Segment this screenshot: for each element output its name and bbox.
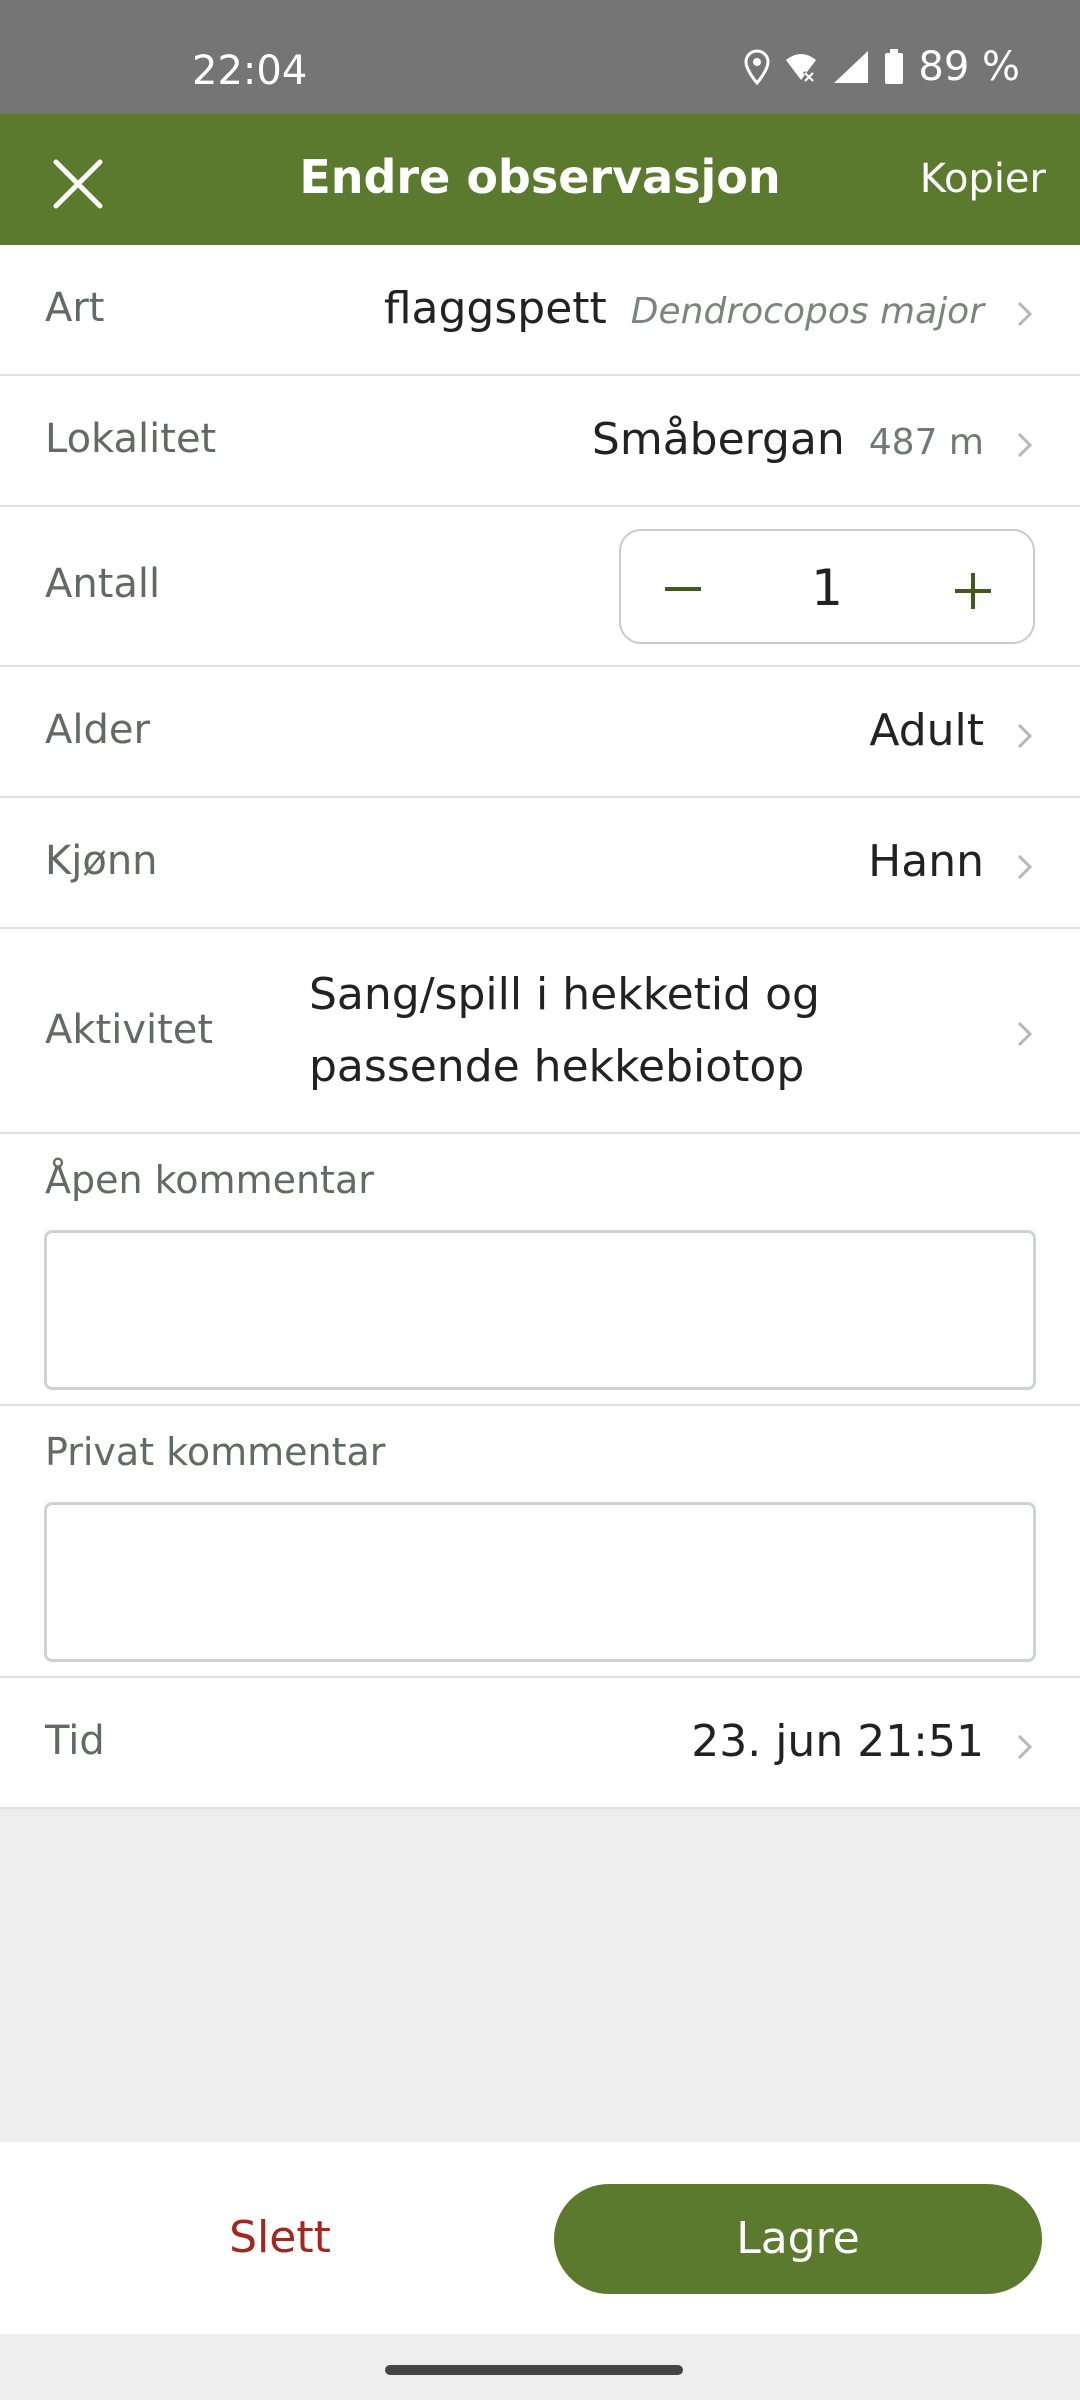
private-comment-section: Privat kommentar (0, 1406, 1080, 1678)
plus-icon[interactable] (953, 571, 993, 611)
species-latin-name: Dendrocopos major (630, 291, 984, 332)
signal-icon (834, 51, 869, 83)
open-comment-label: Åpen kommentar (45, 1158, 374, 1202)
status-time: 22:04 (192, 48, 308, 94)
locality-distance: 487 m (868, 422, 984, 463)
save-button[interactable]: Lagre (554, 2184, 1042, 2294)
age-value: Adult (869, 705, 984, 756)
time-label: Tid (45, 1718, 105, 1764)
count-row: Antall 1 (0, 507, 1080, 667)
activity-value: Sang/spill i hekketid og passende hekkeb… (309, 959, 820, 1103)
time-value: 23. jun 21:51 (691, 1716, 984, 1767)
chevron-right-icon (1017, 301, 1033, 327)
sex-value: Hann (868, 836, 984, 887)
sex-row[interactable]: Kjønn Hann (0, 798, 1080, 929)
app-bar: Endre observasjon Kopier (0, 114, 1080, 245)
locality-label: Lokalitet (45, 416, 217, 462)
battery-percent: 89 % (918, 44, 1020, 90)
action-bar: Slett Lagre (0, 2142, 1080, 2334)
activity-label: Aktivitet (45, 1007, 214, 1053)
quantity-stepper: 1 (619, 529, 1035, 644)
observation-form: Art flaggspett Dendrocopos major Lokalite… (0, 245, 1080, 1809)
private-comment-label: Privat kommentar (45, 1430, 386, 1474)
copy-button[interactable]: Kopier (920, 156, 1046, 202)
location-icon (744, 49, 770, 85)
chevron-right-icon (1017, 1734, 1033, 1760)
sex-label: Kjønn (45, 838, 158, 884)
activity-value-line2: passende hekkebiotop (309, 1041, 805, 1092)
species-name: flaggspett (383, 283, 607, 334)
delete-button[interactable]: Slett (150, 2212, 410, 2263)
activity-row[interactable]: Aktivitet Sang/spill i hekketid og passe… (0, 929, 1080, 1134)
locality-value: Småbergan 487 m (592, 414, 984, 465)
chevron-right-icon (1017, 854, 1033, 880)
chevron-right-icon (1017, 432, 1033, 458)
open-comment-field[interactable] (44, 1230, 1036, 1390)
open-comment-section: Åpen kommentar (0, 1134, 1080, 1406)
page-title: Endre observasjon (299, 150, 781, 204)
age-row[interactable]: Alder Adult (0, 667, 1080, 798)
battery-icon (885, 49, 904, 84)
activity-value-line1: Sang/spill i hekketid og (309, 969, 820, 1020)
species-row[interactable]: Art flaggspett Dendrocopos major (0, 245, 1080, 376)
species-label: Art (45, 285, 105, 331)
status-icons: 89 % (744, 44, 1020, 90)
chevron-right-icon (1017, 1021, 1033, 1047)
chevron-right-icon (1017, 723, 1033, 749)
species-value: flaggspett Dendrocopos major (384, 283, 984, 334)
gesture-nav-handle[interactable] (385, 2365, 683, 2375)
locality-row[interactable]: Lokalitet Småbergan 487 m (0, 376, 1080, 507)
status-bar: 22:04 89 % (0, 0, 1080, 114)
age-label: Alder (45, 707, 150, 753)
private-comment-field[interactable] (44, 1502, 1036, 1662)
count-label: Antall (45, 561, 161, 607)
wifi-icon (786, 54, 817, 84)
locality-name: Småbergan (591, 414, 845, 465)
time-row[interactable]: Tid 23. jun 21:51 (0, 1678, 1080, 1809)
